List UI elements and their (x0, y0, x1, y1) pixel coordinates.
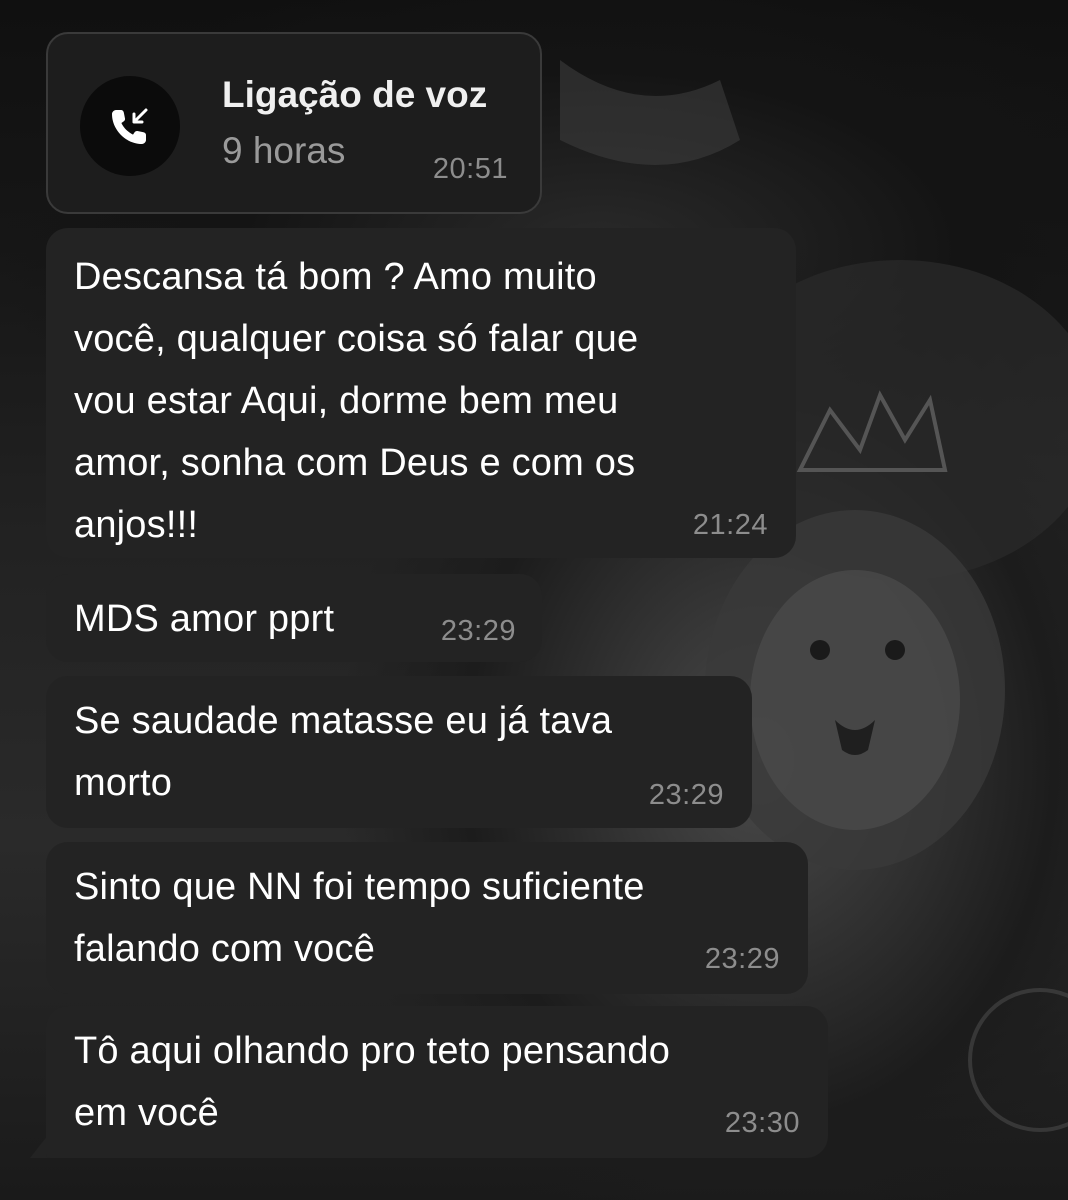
message-bubble[interactable]: MDS amor pprt 23:29 (46, 574, 542, 662)
message-timestamp: 23:29 (440, 615, 516, 647)
message-bubble[interactable]: Se saudade matasse eu já tava morto 23:2… (46, 676, 752, 828)
call-duration: 9 horas (222, 130, 346, 171)
message-line: falando com você (74, 928, 376, 970)
message-line: Sinto que NN foi tempo suficiente (74, 866, 645, 908)
chat-thread[interactable]: Ligação de voz 9 horas 20:51 Descansa tá… (0, 0, 1068, 1200)
message-text: Descansa tá bom ? Amo muito você, qualqu… (74, 246, 770, 556)
voice-call-bubble[interactable]: Ligação de voz 9 horas 20:51 (46, 32, 542, 214)
message-timestamp: 23:30 (724, 1107, 800, 1139)
incoming-call-icon (112, 108, 148, 144)
message-text: Se saudade matasse eu já tava morto (74, 690, 726, 814)
message-line: Se saudade matasse eu já tava (74, 700, 613, 742)
message-line: você, qualquer coisa só falar que (74, 318, 639, 360)
message-line: Descansa tá bom ? Amo muito (74, 256, 597, 298)
call-icon-container (80, 76, 180, 176)
call-timestamp: 20:51 (432, 153, 508, 185)
message-line: em você (74, 1092, 220, 1134)
message-line: Tô aqui olhando pro teto pensando (74, 1030, 671, 1072)
message-timestamp: 23:29 (704, 943, 780, 975)
message-line: morto (74, 762, 173, 804)
message-timestamp: 21:24 (692, 509, 768, 541)
message-text: Sinto que NN foi tempo suficiente faland… (74, 856, 782, 980)
message-text: Tô aqui olhando pro teto pensando em voc… (74, 1020, 802, 1144)
message-bubble[interactable]: Descansa tá bom ? Amo muito você, qualqu… (46, 228, 796, 558)
message-line: vou estar Aqui, dorme bem meu (74, 380, 619, 422)
call-title: Ligação de voz (222, 74, 488, 115)
message-line: amor, sonha com Deus e com os (74, 442, 636, 484)
message-bubble[interactable]: Sinto que NN foi tempo suficiente faland… (46, 842, 808, 994)
message-timestamp: 23:29 (648, 779, 724, 811)
message-line: anjos!!! (74, 504, 199, 546)
message-bubble[interactable]: Tô aqui olhando pro teto pensando em voc… (46, 1006, 828, 1158)
